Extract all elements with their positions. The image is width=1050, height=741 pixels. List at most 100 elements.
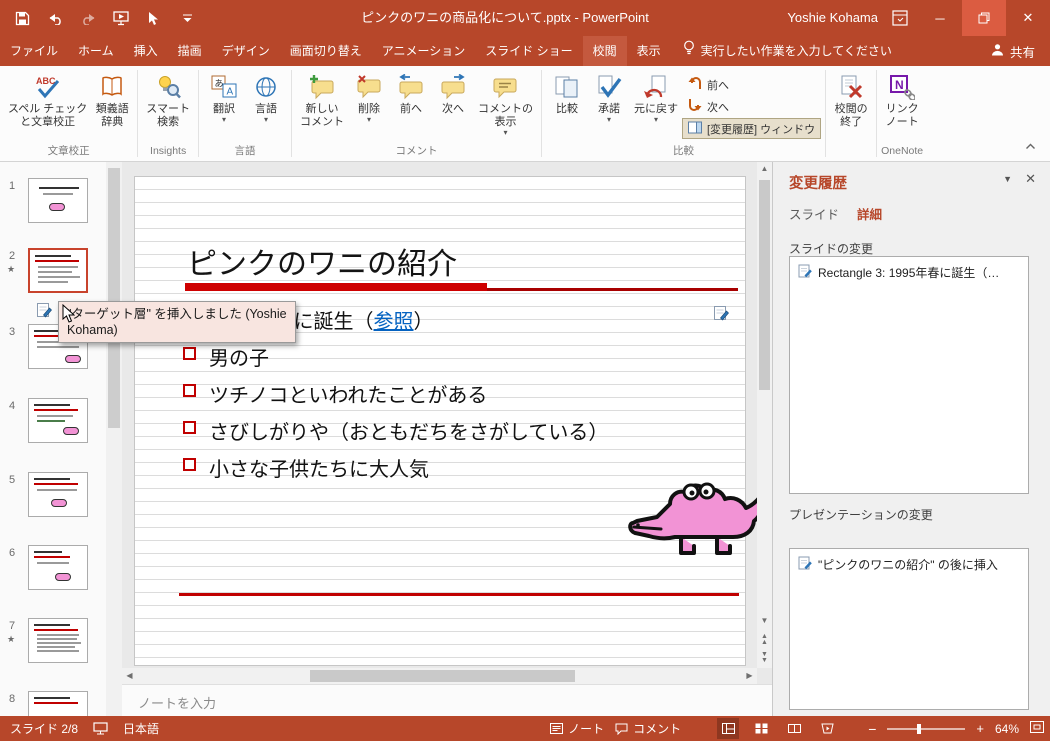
revert-button[interactable]: 元に戻す ▾ — [630, 69, 682, 124]
next-comment-button[interactable]: 次へ — [432, 69, 474, 116]
save-icon[interactable] — [12, 8, 32, 28]
tab-design[interactable]: デザイン — [212, 36, 280, 66]
translate-button[interactable]: あA 翻訳 ▾ — [203, 69, 245, 124]
slide-editing-area[interactable]: ピンクのワニの紹介 1995年春に誕生（参照） 男の子 — [134, 176, 764, 666]
dropdown-arrow: ▾ — [263, 115, 268, 124]
customize-qat-icon[interactable] — [177, 8, 197, 28]
zoom-in-button[interactable]: + — [976, 721, 984, 736]
smart-lookup-button[interactable]: スマート 検索 — [142, 69, 194, 129]
pink-crocodile-drawing[interactable] — [627, 479, 767, 576]
vertical-scrollbar-thumb[interactable] — [759, 180, 770, 390]
fit-slide-to-window-icon[interactable] — [1030, 721, 1044, 736]
compare-button[interactable]: 比較 — [546, 69, 588, 116]
previous-slide-button[interactable]: ▲ ▲ — [757, 633, 772, 646]
tab-file[interactable]: ファイル — [0, 36, 68, 66]
normal-view-button[interactable] — [717, 718, 740, 739]
dropdown-arrow: ▾ — [653, 115, 658, 124]
spell-check-button[interactable]: ABC スペル チェック と文章校正 — [4, 69, 91, 129]
minimize-button[interactable]: ─ — [918, 0, 962, 36]
scroll-down-icon[interactable]: ▼ — [757, 614, 772, 628]
bottom-red-line[interactable] — [179, 593, 739, 596]
ribbon-display-options-icon[interactable] — [890, 8, 910, 28]
next-slide-button[interactable]: ▼ ▼ — [757, 651, 772, 664]
linked-notes-button[interactable]: N リンク ノート — [881, 69, 923, 129]
tab-slideshow[interactable]: スライド ショー — [475, 36, 582, 66]
slide-change-item[interactable]: Rectangle 3: 1995年春に誕生（… — [790, 257, 1028, 288]
scroll-up-icon[interactable]: ▲ — [757, 162, 772, 176]
translate-icon: あA — [210, 71, 238, 103]
new-comment-button[interactable]: 新しい コメント — [296, 69, 348, 129]
pane-close-icon[interactable]: ✕ — [1025, 171, 1036, 187]
slide-thumbnail-6[interactable]: 6 — [0, 545, 106, 603]
slide-thumbnail-5[interactable]: 5 — [0, 472, 106, 530]
redo-icon[interactable] — [78, 8, 98, 28]
language-status[interactable]: 日本語 — [123, 720, 159, 737]
notes-toggle[interactable]: ノート — [550, 720, 604, 737]
reference-link[interactable]: 参照 — [374, 311, 414, 333]
horizontal-scrollbar-thumb[interactable] — [310, 670, 575, 682]
delete-comment-button[interactable]: 削除 ▾ — [348, 69, 390, 124]
revisions-tab-slides[interactable]: スライド — [789, 204, 839, 223]
tab-home[interactable]: ホーム — [68, 36, 124, 66]
close-button[interactable]: ✕ — [1006, 0, 1050, 36]
share-button[interactable]: 共有 — [976, 36, 1050, 66]
show-comments-button[interactable]: コメントの 表示 ▾ — [474, 69, 537, 137]
tab-insert[interactable]: 挿入 — [124, 36, 168, 66]
slide-thumbnail-4[interactable]: 4 — [0, 398, 106, 456]
scroll-left-icon[interactable]: ◀ — [122, 668, 137, 684]
group-label-onenote: OneNote — [881, 145, 924, 157]
bullet-item-5[interactable]: 小さな子供たちに大人気 — [183, 453, 608, 490]
start-slideshow-icon[interactable] — [111, 8, 131, 28]
thumbnail-scrollbar-thumb[interactable] — [108, 168, 120, 428]
slide-title-text[interactable]: ピンクのワニの紹介 — [187, 239, 457, 283]
thesaurus-button[interactable]: 類義語 辞典 — [91, 69, 133, 129]
tab-animations[interactable]: アニメーション — [372, 36, 476, 66]
comments-toggle[interactable]: コメント — [615, 720, 681, 737]
tell-me-box[interactable]: 実行したい作業を入力してください — [671, 36, 904, 66]
slide-thumbnail-1[interactable]: 1 — [0, 178, 106, 236]
tab-draw[interactable]: 描画 — [168, 36, 212, 66]
tab-transitions[interactable]: 画面切り替え — [280, 36, 372, 66]
revision-marker-icon[interactable] — [36, 302, 52, 323]
slideshow-view-button[interactable] — [816, 718, 838, 739]
slide-thumbnail-7[interactable]: 7 ★ — [0, 618, 106, 676]
reviewing-pane-toggle[interactable]: [変更履歴] ウィンドウ — [681, 118, 822, 139]
scroll-right-icon[interactable]: ▶ — [742, 668, 757, 684]
notes-icon — [550, 723, 564, 734]
end-review-button[interactable]: 校閲の 終了 — [830, 69, 872, 129]
next-change-button[interactable]: 次へ — [682, 96, 821, 117]
zoom-slider[interactable] — [887, 723, 966, 734]
slide-sorter-view-button[interactable] — [750, 718, 772, 739]
revisions-tab-details[interactable]: 詳細 — [857, 204, 882, 223]
horizontal-scrollbar[interactable]: ◀ ▶ — [122, 668, 757, 684]
touch-mode-icon[interactable] — [144, 8, 164, 28]
vertical-scrollbar[interactable]: ▲ ▼ ▲ ▲ ▼ ▼ — [757, 162, 772, 668]
slide-counter[interactable]: スライド 2/8 — [10, 720, 78, 737]
language-button[interactable]: 言語 ▾ — [245, 69, 287, 124]
thumbnail-scrollbar[interactable] — [106, 162, 122, 716]
zoom-out-button[interactable]: − — [868, 721, 876, 737]
bullet-item-4[interactable]: さびしがりや（おともだちをさがしている） — [183, 416, 608, 453]
pane-options-arrow-icon[interactable]: ▼ — [1003, 174, 1012, 184]
display-settings-icon[interactable] — [93, 722, 108, 735]
reading-view-button[interactable] — [783, 718, 805, 739]
bullet-item-3[interactable]: ツチノコといわれたことがある — [183, 379, 608, 416]
zoom-percentage[interactable]: 64% — [995, 722, 1019, 736]
tab-view[interactable]: 表示 — [627, 36, 671, 66]
restore-button[interactable] — [962, 0, 1006, 36]
revision-marker-icon[interactable] — [713, 305, 729, 326]
signed-in-user[interactable]: Yoshie Kohama — [787, 0, 878, 36]
previous-comment-button[interactable]: 前へ — [390, 69, 432, 116]
title-underline-thick[interactable] — [185, 283, 487, 291]
slide-thumbnail-2-selected[interactable]: 2 ★ — [0, 248, 106, 306]
presentation-change-item[interactable]: "ピンクのワニの紹介" の後に挿入 — [790, 549, 1028, 580]
undo-icon[interactable] — [45, 8, 65, 28]
checkbox-bullet-icon — [183, 384, 196, 397]
accept-button[interactable]: 承諾 ▾ — [588, 69, 630, 124]
previous-change-button[interactable]: 前へ — [682, 74, 821, 95]
bullet-item-2[interactable]: 男の子 — [183, 342, 608, 379]
zoom-slider-thumb[interactable] — [917, 723, 922, 734]
notes-pane[interactable]: ノートを入力 — [122, 684, 772, 716]
tab-review[interactable]: 校閲 — [582, 36, 627, 66]
collapse-ribbon-icon[interactable] — [1025, 137, 1036, 155]
